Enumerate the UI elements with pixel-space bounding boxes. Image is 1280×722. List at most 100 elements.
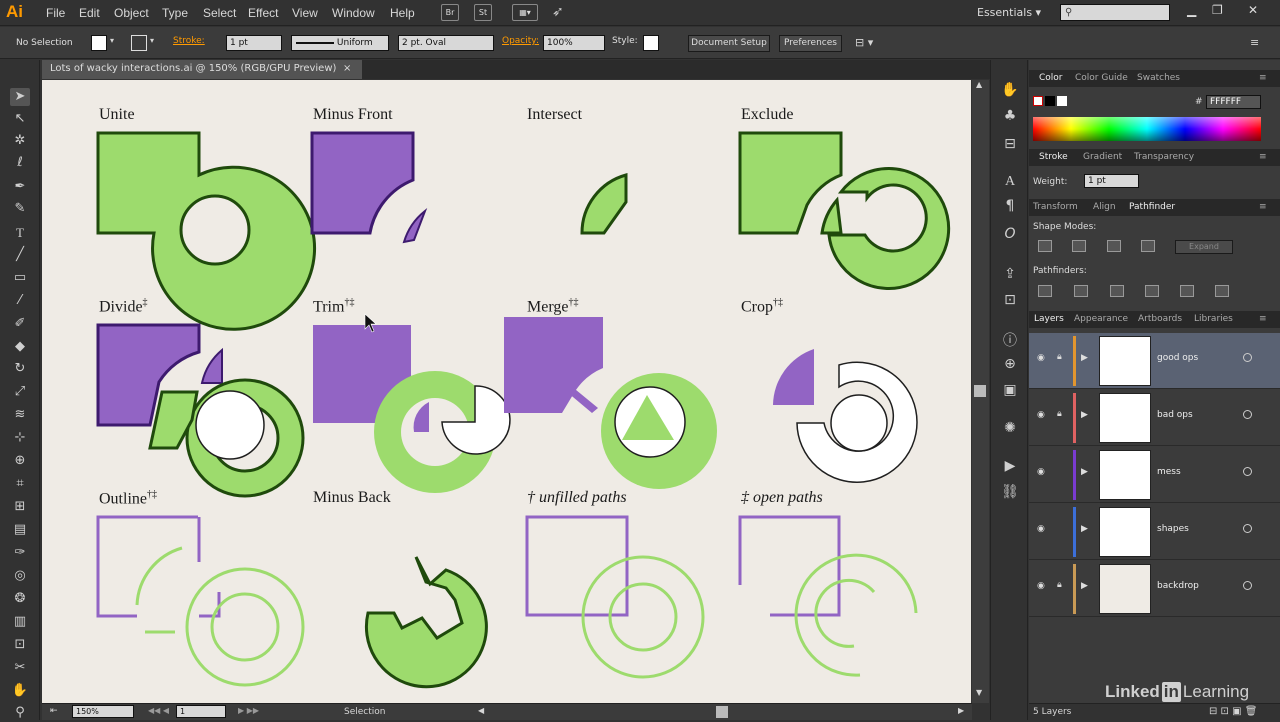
artboard-number-field[interactable]: 1 [176,705,226,718]
magic-wand-icon[interactable]: ✲ [10,132,30,150]
eraser-icon[interactable]: ◆ [10,338,30,356]
artboard-canvas[interactable]: Unite Minus Front Intersect Exclude Divi… [42,80,971,703]
expand-arrow-icon[interactable]: ▶ [1081,467,1088,477]
symbol-sprayer-icon[interactable]: ❂ [10,590,30,608]
divide-button[interactable] [1038,285,1052,297]
free-transform-icon[interactable]: ⊹ [10,429,30,447]
layer-row[interactable]: ◉ 🔒︎ ▶ backdrop [1029,561,1280,617]
layer-row[interactable]: ◉ 🔒︎ ▶ bad ops [1029,390,1280,446]
unite-shape[interactable] [96,131,317,331]
outline-button[interactable] [1180,285,1194,297]
symbols-icon[interactable]: ⊟ [1000,136,1020,154]
stroke-label[interactable]: Stroke: [173,36,205,46]
minus-back-shape[interactable] [364,556,488,689]
libraries-icon[interactable]: ✋ [1000,82,1020,100]
exclude-shape[interactable] [738,131,951,290]
brushes-icon[interactable]: ♣ [1000,108,1020,126]
fill-swatch[interactable] [91,35,107,51]
pen-tool-icon[interactable]: ✒ [10,178,30,196]
export-icon[interactable]: ⊡ [1000,292,1020,310]
artboard-prev-icon[interactable]: ◀◀ ◀ [148,706,169,715]
rotate-tool-icon[interactable]: ↻ [10,360,30,378]
tab-transform[interactable]: Transform [1033,202,1078,212]
target-icon[interactable] [1243,410,1252,419]
artboard-tool-icon[interactable]: ⊡ [10,636,30,654]
layer-name[interactable]: mess [1157,467,1181,477]
zoom-tool-icon[interactable]: ⚲ [10,704,30,722]
search-input[interactable]: ⚲ [1060,4,1170,21]
exclude-button[interactable] [1141,240,1155,252]
layer-row[interactable]: ◉ 🔒︎ ▶ good ops [1029,333,1280,389]
weight-field[interactable]: 1 pt [1084,174,1139,188]
perspective-grid-icon[interactable]: ⌗ [10,475,30,493]
fill-dropdown-icon[interactable]: ▾ [110,36,114,45]
close-tab-icon[interactable]: × [343,63,351,74]
opentype-icon[interactable]: O [1000,226,1020,244]
tab-align[interactable]: Align [1093,202,1116,212]
lock-icon[interactable]: 🔒︎ [1057,580,1062,590]
vertical-scrollbar[interactable]: ▲ ▼ [972,80,989,703]
menu-window[interactable]: Window [332,6,375,20]
artboard-next-icon[interactable]: ▶ ▶▶ [238,706,259,715]
tab-gradient[interactable]: Gradient [1083,152,1122,162]
graphic-styles-icon[interactable]: ▣ [1000,382,1020,400]
brush-definition[interactable]: 2 pt. Oval [398,35,494,51]
unfilled-paths-shape[interactable] [525,515,705,679]
selection-tool-icon[interactable]: ➤ [10,88,30,106]
stroke-swatch[interactable] [131,35,147,51]
mesh-tool-icon[interactable]: ⊞ [10,498,30,516]
color-spectrum[interactable] [1033,117,1261,141]
line-tool-icon[interactable]: ╱ [10,246,30,264]
intersect-shape[interactable] [580,173,628,235]
tab-stroke[interactable]: Stroke [1039,152,1068,162]
stroke-panel-menu-icon[interactable]: ≡ [1259,152,1267,162]
tab-libraries[interactable]: Libraries [1194,314,1233,324]
minus-back-button[interactable] [1215,285,1229,297]
menu-effect[interactable]: Effect [248,6,278,20]
target-icon[interactable] [1243,467,1252,476]
scroll-up-icon[interactable]: ▲ [976,80,982,89]
arrange-icon[interactable]: ⊟ ▾ [855,36,873,49]
trim-button[interactable] [1074,285,1088,297]
info-icon[interactable]: ⓘ [1000,330,1020,349]
graphic-style-swatch[interactable] [643,35,659,51]
visibility-eye-icon[interactable]: ◉ [1037,353,1045,363]
status-mode[interactable]: Selection [344,707,385,717]
document-setup-button[interactable]: Document Setup [688,35,770,52]
hscroll-thumb[interactable] [716,706,728,718]
stock-button[interactable]: St [474,4,492,21]
hand-tool-icon[interactable]: ✋ [10,682,30,700]
opacity-field[interactable]: 100% [543,35,605,51]
slice-tool-icon[interactable]: ✂ [10,659,30,677]
target-icon[interactable] [1243,581,1252,590]
divide-shape[interactable] [96,323,305,498]
hex-field[interactable]: FFFFFF [1206,95,1261,109]
menu-edit[interactable]: Edit [79,6,100,20]
document-tab[interactable]: Lots of wacky interactions.ai @ 150% (RG… [42,60,362,79]
trim-shape[interactable] [313,325,511,493]
target-icon[interactable] [1243,524,1252,533]
intersect-button[interactable] [1107,240,1121,252]
shaper-tool-icon[interactable]: ✐ [10,315,30,333]
bridge-button[interactable]: Br [441,4,459,21]
merge-shape[interactable] [504,317,717,489]
layers-menu-icon[interactable]: ≡ [1259,314,1267,324]
hscroll-left-icon[interactable]: ◀ [478,706,484,715]
visibility-eye-icon[interactable]: ◉ [1037,581,1045,591]
expand-arrow-icon[interactable]: ▶ [1081,524,1088,534]
lock-icon[interactable]: 🔒︎ [1057,352,1062,362]
links-icon[interactable]: ⛓ [1000,484,1020,502]
tab-layers[interactable]: Layers [1034,314,1064,324]
outline-shape[interactable] [96,515,305,687]
white-swatch[interactable] [1057,96,1067,106]
tab-color-guide[interactable]: Color Guide [1075,73,1128,83]
tab-transparency[interactable]: Transparency [1134,152,1194,162]
visibility-eye-icon[interactable]: ◉ [1037,410,1045,420]
paintbrush-icon[interactable]: ⁄ [10,292,30,310]
asset-export-icon[interactable]: ⇪ [1000,266,1020,284]
layer-name[interactable]: bad ops [1157,410,1193,420]
tab-swatches[interactable]: Swatches [1137,73,1180,83]
lasso-icon[interactable]: ℓ [10,154,30,172]
minus-front-button[interactable] [1072,240,1086,252]
paragraph-icon[interactable]: ¶ [1000,198,1020,216]
